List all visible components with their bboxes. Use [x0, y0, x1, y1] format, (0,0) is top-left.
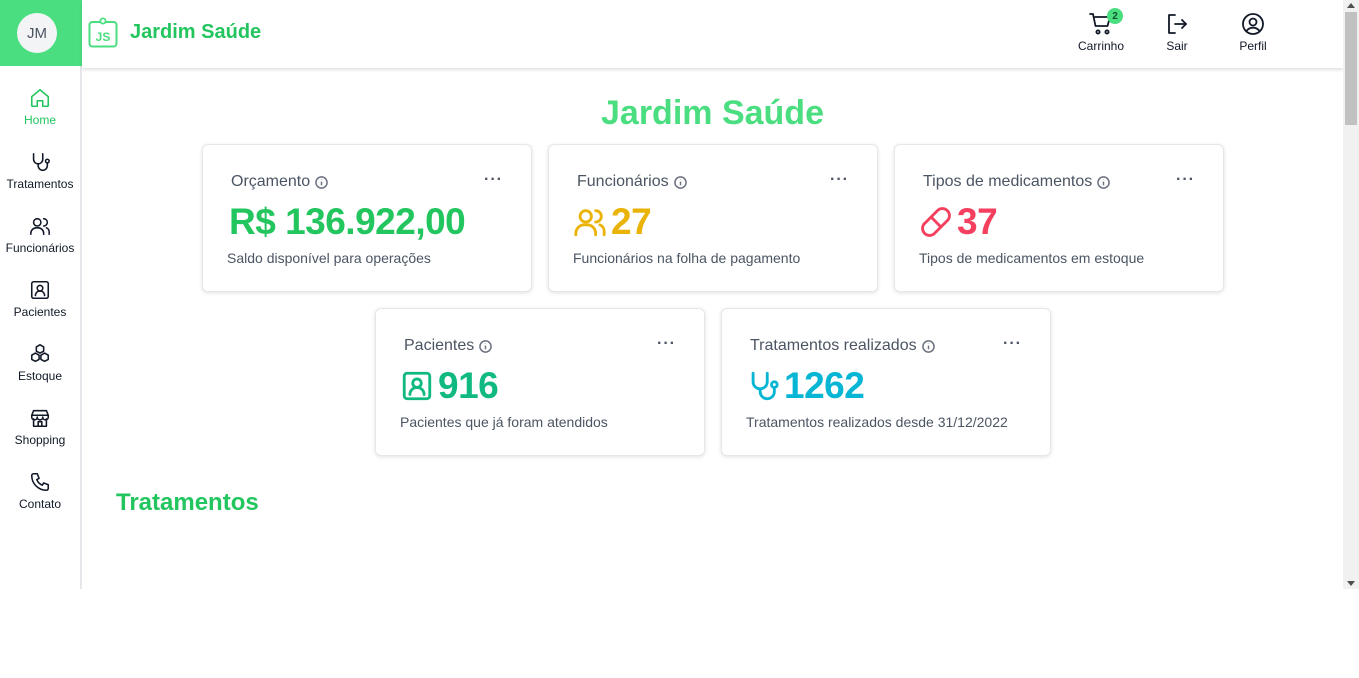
card-title: Funcionários: [577, 173, 687, 191]
card-title-text: Pacientes: [404, 337, 475, 354]
stethoscope-icon: [751, 371, 779, 401]
boxes-icon: [30, 344, 50, 363]
sidebar-item-label: Home: [23, 113, 56, 127]
card-title-text: Orçamento: [231, 173, 311, 190]
card-description: Saldo disponível para operações: [227, 250, 431, 266]
app-viewport: JM Home Tratamentos Funcionários Pacient…: [0, 0, 1359, 589]
store-icon: [30, 409, 50, 428]
page-title: Jardim Saúde: [601, 94, 824, 132]
scroll-up-arrow-icon[interactable]: [1347, 3, 1355, 8]
sidebar-item-tratamentos[interactable]: Tratamentos: [0, 151, 80, 207]
card-title: Tratamentos realizados: [750, 337, 935, 355]
cart-button[interactable]: 2 Carrinho: [1071, 8, 1131, 53]
pill-icon: [921, 207, 951, 237]
sidebar-item-label: Funcionários: [5, 241, 75, 255]
more-options-button[interactable]: ···: [1176, 171, 1195, 189]
patients-card: Pacientes ··· 916 Pacientes que já foram…: [375, 308, 705, 456]
info-icon[interactable]: [479, 339, 493, 353]
more-options-button[interactable]: ···: [657, 335, 676, 353]
users-icon: [574, 209, 606, 237]
sidebar-item-label: Estoque: [17, 369, 63, 383]
card-description: Tipos de medicamentos em estoque: [919, 250, 1145, 266]
card-value-text: R$ 136.922,00: [229, 201, 466, 242]
profile-button[interactable]: Perfil: [1223, 12, 1283, 53]
logo-text: JS: [96, 30, 111, 44]
logout-button[interactable]: Sair: [1147, 12, 1207, 53]
more-options-button[interactable]: ···: [830, 171, 849, 189]
card-value-text: 1262: [784, 365, 865, 406]
cart-label: Carrinho: [1077, 39, 1125, 53]
card-title-text: Tipos de medicamentos: [923, 173, 1093, 190]
sidebar-item-label: Pacientes: [13, 305, 67, 319]
employees-card: Funcionários ··· 27 Funcionários na folh…: [548, 144, 878, 292]
sidebar-profile-area: JM: [0, 0, 82, 66]
card-description: Funcionários na folha de pagamento: [573, 250, 801, 266]
medicine-types-card: Tipos de medicamentos ··· 37 Tipos de me…: [894, 144, 1224, 292]
sidebar-item-estoque[interactable]: Estoque: [0, 343, 80, 399]
section-title-tratamentos: Tratamentos: [116, 489, 259, 516]
vertical-scrollbar[interactable]: [1343, 0, 1359, 589]
card-description: Tratamentos realizados desde 31/12/2022: [746, 414, 1008, 430]
profile-label: Perfil: [1239, 39, 1267, 53]
sidebar-item-label: Shopping: [14, 433, 66, 447]
scroll-down-arrow-icon[interactable]: [1347, 581, 1355, 586]
card-value: 916: [400, 365, 499, 407]
sidebar-item-funcionarios[interactable]: Funcionários: [0, 215, 80, 271]
logo-icon: JS: [88, 17, 118, 48]
sidebar-item-label: Contato: [18, 497, 62, 511]
home-icon: [30, 88, 50, 108]
stethoscope-icon: [32, 152, 50, 171]
sidebar-item-shopping[interactable]: Shopping: [0, 407, 80, 463]
cart-count-badge: 2: [1107, 8, 1123, 24]
card-title: Tipos de medicamentos: [923, 173, 1111, 191]
card-value: 37: [919, 201, 998, 243]
avatar[interactable]: JM: [17, 13, 57, 53]
info-icon[interactable]: [673, 175, 687, 189]
more-options-button[interactable]: ···: [484, 171, 503, 189]
treatments-card: Tratamentos realizados ··· 1262 Tratamen…: [721, 308, 1051, 456]
card-value-text: 37: [957, 201, 998, 242]
sidebar-item-contato[interactable]: Contato: [0, 471, 80, 527]
card-title-text: Funcionários: [577, 173, 669, 190]
top-header: JS Jardim Saúde 2 Carrinho Sair Perfil: [82, 0, 1343, 68]
card-value-text: 916: [438, 365, 499, 406]
profile-icon: [1242, 13, 1264, 35]
scroll-thumb[interactable]: [1345, 12, 1357, 125]
budget-card: Orçamento ··· R$ 136.922,00 Saldo dispon…: [202, 144, 532, 292]
sidebar: JM Home Tratamentos Funcionários Pacient…: [0, 0, 82, 589]
info-icon[interactable]: [315, 175, 328, 189]
logout-icon: [1168, 14, 1187, 34]
brand-name[interactable]: Jardim Saúde: [130, 21, 261, 44]
info-icon[interactable]: [1097, 175, 1111, 189]
sidebar-item-pacientes[interactable]: Pacientes: [0, 279, 80, 335]
sidebar-item-home[interactable]: Home: [0, 87, 80, 143]
card-value-text: 27: [611, 201, 652, 242]
sidebar-item-label: Tratamentos: [6, 177, 74, 191]
patient-card-icon: [30, 280, 50, 300]
card-title-text: Tratamentos realizados: [750, 337, 917, 354]
card-value: 27: [573, 201, 652, 243]
card-description: Pacientes que já foram atendidos: [400, 414, 608, 430]
logo[interactable]: JS: [88, 17, 118, 48]
card-value: R$ 136.922,00: [229, 201, 466, 243]
card-title: Pacientes: [404, 337, 493, 355]
logout-label: Sair: [1166, 39, 1188, 53]
phone-icon: [30, 472, 50, 492]
card-title: Orçamento: [231, 173, 328, 191]
info-icon[interactable]: [921, 339, 935, 353]
more-options-button[interactable]: ···: [1003, 335, 1022, 353]
card-value: 1262: [746, 365, 865, 407]
users-icon: [30, 217, 50, 236]
patient-card-icon: [402, 371, 432, 401]
